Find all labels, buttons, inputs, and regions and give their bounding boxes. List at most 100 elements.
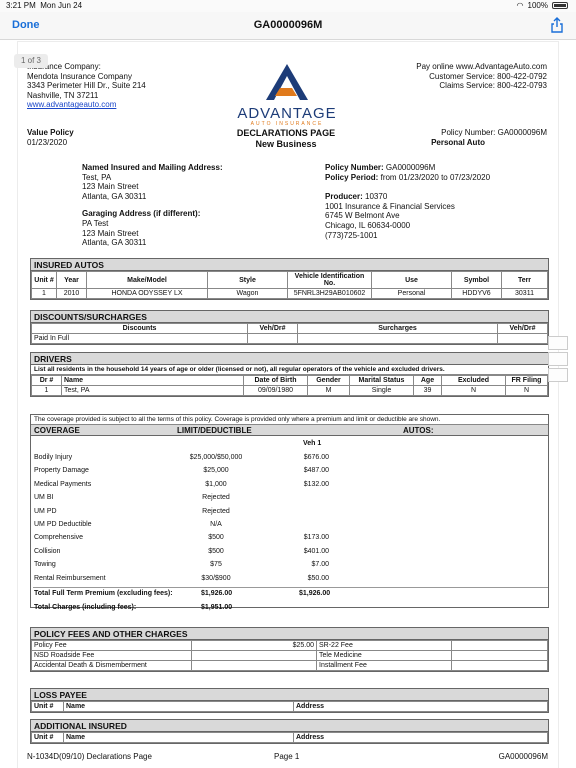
coverage-limit: $500 <box>208 534 224 542</box>
coverage-premium: $487.00 <box>303 467 329 475</box>
cell: HONDA ODYSSEY LX <box>86 288 208 299</box>
fees-table: Policy Fee $25.00 SR-22 Fee NSD Roadside… <box>31 640 548 671</box>
table-header-row: Unit # Year Make/Model Style Vehicle Ide… <box>31 271 548 289</box>
col-symbol: Symbol <box>451 271 502 289</box>
wifi-icon: ◠ <box>516 1 524 10</box>
value-policy: Value Policy <box>27 128 74 137</box>
table-row: 1 Test, PA 09/09/1980 M Single 39 N N <box>31 385 548 396</box>
col-surcharges: Surcharges <box>297 323 498 334</box>
col-veh-dr: Veh/Dr# <box>247 323 298 334</box>
table-header-row: Unit # Name Address <box>31 701 548 712</box>
term-premium-veh: $1,926.00 <box>299 590 331 597</box>
claims-service: Claims Service: 800-422-0793 <box>439 81 547 91</box>
table-header-row: Unit # Name Address <box>31 732 548 743</box>
page-thumbnail[interactable] <box>548 336 568 350</box>
col-year: Year <box>56 271 87 289</box>
policy-number-label: Policy Number: <box>441 128 496 137</box>
garaging-name: PA Test <box>82 218 109 228</box>
declarations-page-label: DECLARATIONS PAGE <box>236 128 336 138</box>
term-premium-label: Total Full Term Premium (excluding fees)… <box>34 590 173 597</box>
col-veh-dr-2: Veh/Dr# <box>497 323 548 334</box>
page-thumbnail[interactable] <box>548 352 568 366</box>
logo-mark-icon <box>266 64 308 100</box>
col-dr: Dr # <box>31 375 62 386</box>
coverage-name: Medical Payments <box>34 480 92 488</box>
cell <box>191 650 317 661</box>
battery-percent: 100% <box>527 1 548 10</box>
coverage-premium: $401.00 <box>303 547 329 555</box>
coverage-limit: $75 <box>210 561 222 569</box>
col-fr-filing: FR Filing <box>505 375 548 386</box>
cell: N <box>505 385 548 396</box>
producer-label: Producer: <box>325 192 363 202</box>
coverage-name: UM PD <box>34 507 57 515</box>
cell: 5FNRL3H29AB010602 <box>287 288 372 299</box>
insurer-website-link[interactable]: www.advantageauto.com <box>27 100 146 110</box>
coverage-premium: $676.00 <box>303 454 329 461</box>
fees-title: POLICY FEES AND OTHER CHARGES <box>31 628 548 640</box>
page-thumbnail[interactable] <box>548 368 568 382</box>
status-right: ◠ 100% <box>517 1 568 10</box>
loss-payee-section: LOSS PAYEE Unit # Name Address <box>30 688 549 713</box>
coverage-name: Towing <box>34 561 56 569</box>
coverage-col: COVERAGE <box>34 426 80 435</box>
col-address: Address <box>293 732 548 743</box>
garaging-city: Atlanta, GA 30311 <box>82 238 147 248</box>
insured-name: Test, PA <box>82 172 112 182</box>
cell: Single <box>349 385 414 396</box>
col-name: Name <box>63 701 294 712</box>
coverage-name: Bodily Injury <box>34 454 73 461</box>
cell: N <box>441 385 506 396</box>
insured-autos-section: INSURED AUTOS Unit # Year Make/Model Sty… <box>30 258 549 300</box>
producer-city: Chicago, IL 60634-0000 <box>325 220 411 230</box>
cell: Policy Fee <box>31 640 192 651</box>
additional-insured-section: ADDITIONAL INSURED Unit # Name Address <box>30 719 549 744</box>
col-terr: Terr <box>501 271 548 289</box>
coverage-name: Comprehensive <box>34 534 84 542</box>
insured-city: Atlanta, GA 30311 <box>82 191 147 201</box>
status-time: 3:21 PM Mon Jun 24 <box>6 1 83 10</box>
logo-name: ADVANTAGE <box>237 105 337 122</box>
additional-insured-title: ADDITIONAL INSURED <box>31 720 548 732</box>
cell: $25.00 <box>191 640 317 651</box>
coverage-limit: $500 <box>208 547 224 555</box>
discounts-table: Discounts Veh/Dr# Surcharges Veh/Dr# Pai… <box>31 323 548 344</box>
insured-autos-title: INSURED AUTOS <box>31 259 548 271</box>
cell <box>191 660 317 671</box>
declarations-title: DECLARATIONS PAGE New Business <box>200 128 372 150</box>
col-style: Style <box>207 271 288 289</box>
page-thumbnails[interactable] <box>548 336 570 396</box>
coverage-premium: $50.00 <box>307 574 329 582</box>
cell: Wagon <box>207 288 288 299</box>
cell <box>247 333 298 344</box>
coverage-premium: $7.00 <box>311 561 329 569</box>
col-excluded: Excluded <box>441 375 506 386</box>
pay-online: Pay online www.AdvantageAuto.com <box>416 62 547 71</box>
cell: Paid In Full <box>31 333 248 344</box>
divider <box>33 587 548 588</box>
battery-icon <box>552 2 568 9</box>
coverage-name: Collision <box>34 547 61 555</box>
coverage-limit: N/A <box>210 521 222 528</box>
col-vin: Vehicle Identification No. <box>287 271 372 289</box>
coverage-limit: $1,000 <box>205 480 227 488</box>
cell <box>497 333 548 344</box>
fees-section: POLICY FEES AND OTHER CHARGES Policy Fee… <box>30 627 549 672</box>
footer-page: Page 1 <box>274 752 300 761</box>
policy-period-label: Policy Period: <box>325 172 379 182</box>
policy-num: GA0000096M <box>385 163 436 172</box>
col-unit: Unit # <box>31 732 64 743</box>
col-name: Name <box>61 375 244 386</box>
term-premium-amount: $1,926.00 <box>201 590 233 597</box>
table-row: NSD Roadside Fee Tele Medicine <box>31 650 548 661</box>
named-insured-block: Named Insured and Mailing Address: Test,… <box>82 163 223 248</box>
footer-form: N-1034D(09/10) Declarations Page <box>27 752 152 761</box>
share-icon[interactable] <box>550 17 564 33</box>
insurer-block: Insurance Company: Mendota Insurance Com… <box>27 62 146 110</box>
cell: 1 <box>31 288 57 299</box>
cell <box>297 333 498 344</box>
col-unit: Unit # <box>31 701 64 712</box>
cell <box>451 660 548 671</box>
insurer-city: Nashville, TN 37211 <box>27 90 99 100</box>
discounts-title: DISCOUNTS/SURCHARGES <box>31 311 548 323</box>
